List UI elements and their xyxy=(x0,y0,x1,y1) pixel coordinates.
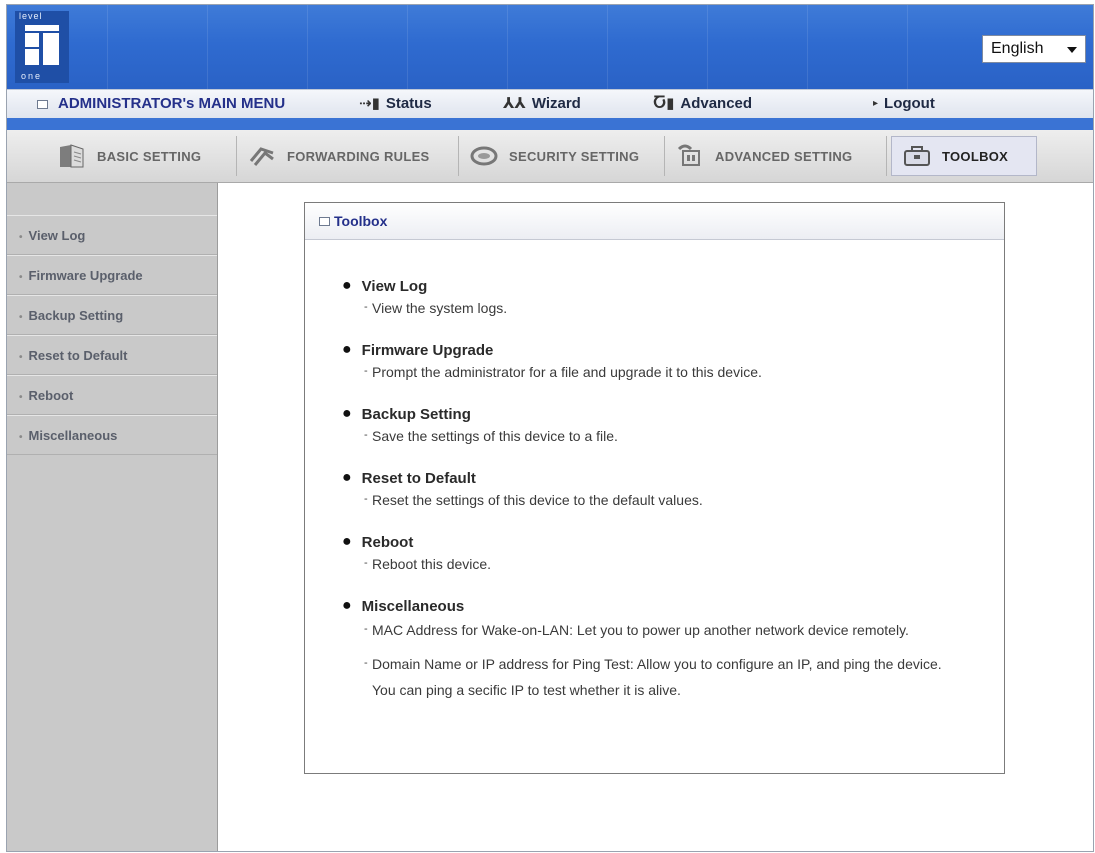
sidebar-item-firmware-upgrade[interactable]: • Firmware Upgrade xyxy=(7,255,217,295)
bullet-icon: ● xyxy=(342,405,352,422)
tab-basic-setting[interactable]: BASIC SETTING xyxy=(47,136,237,176)
chevron-down-icon xyxy=(1067,47,1077,53)
person-status-icon: ⇢▮ xyxy=(359,95,380,112)
sidebar-item-label: Reset to Default xyxy=(28,348,128,363)
main-menu-bar: ADMINISTRATOR's MAIN MENU ⇢▮ Status ⅄⅄ W… xyxy=(7,89,1093,119)
entry-description: Domain Name or IP address for Ping Test:… xyxy=(372,656,942,698)
entry-title: Reset to Default xyxy=(361,469,476,487)
entry-reset-to-default: ● Reset to Default - Reset the settings of… xyxy=(342,469,982,513)
language-value: English xyxy=(991,40,1044,57)
advanced-link[interactable]: Ⴀ▮ Advanced xyxy=(653,90,752,118)
tab-advanced-setting[interactable]: ADVANCED SETTING xyxy=(665,136,887,176)
entry-title: Firmware Upgrade xyxy=(361,341,494,359)
sidebar-item-label: View Log xyxy=(28,228,86,243)
advanced-icon: Ⴀ▮ xyxy=(653,95,675,112)
admin-menu-label: ADMINISTRATOR's MAIN MENU xyxy=(58,95,286,112)
entry-description: Prompt the administrator for a file and … xyxy=(372,364,762,380)
entry-description: Save the settings of this device to a fi… xyxy=(372,428,618,444)
banner-tile xyxy=(207,5,308,89)
entry-title: Miscellaneous xyxy=(361,597,465,615)
entry-view-log: ● View Log - View the system logs. xyxy=(342,277,982,321)
logout-label: Logout xyxy=(884,95,935,112)
bullet-icon: ● xyxy=(342,533,352,550)
logout-link[interactable]: ▸ Logout xyxy=(873,90,935,118)
panel-header: Toolbox xyxy=(305,203,1004,240)
sidebar-item-miscellaneous[interactable]: • Miscellaneous xyxy=(7,415,217,455)
banner-tile xyxy=(807,5,908,89)
entry-description: Reboot this device. xyxy=(372,556,492,572)
entry-description: View the system logs. xyxy=(372,300,508,316)
bullet-icon: • xyxy=(19,312,23,323)
sidebar-item-reboot[interactable]: • Reboot xyxy=(7,375,217,415)
bullet-icon: • xyxy=(19,352,23,363)
sidebar-item-reset-to-default[interactable]: • Reset to Default xyxy=(7,335,217,375)
router-admin-window: level one English ADMINISTRATOR's MAIN M… xyxy=(6,4,1094,852)
sidebar-item-label: Reboot xyxy=(28,388,74,403)
tab-label: SECURITY SETTING xyxy=(509,148,640,164)
status-link[interactable]: ⇢▮ Status xyxy=(359,90,432,118)
bullet-icon: • xyxy=(19,232,23,243)
panel-square-icon xyxy=(319,216,330,226)
entry-backup-setting: ● Backup Setting - Save the settings of th… xyxy=(342,405,982,449)
logo-mark-icon xyxy=(25,25,59,65)
entry-title: Backup Setting xyxy=(361,405,471,423)
banner-tile xyxy=(507,5,608,89)
bullet-icon: • xyxy=(19,432,23,443)
language-select[interactable]: English xyxy=(982,35,1086,63)
sidebar-item-backup-setting[interactable]: • Backup Setting xyxy=(7,295,217,335)
banner-tile xyxy=(307,5,408,89)
logo-text-top: level xyxy=(19,11,43,21)
tab-label: TOOLBOX xyxy=(942,148,1009,164)
status-label: Status xyxy=(385,95,432,112)
bullet-icon: ● xyxy=(342,469,352,486)
bullet-icon: • xyxy=(19,392,23,403)
sidebar-item-label: Backup Setting xyxy=(28,308,124,323)
tab-label: FORWARDING RULES xyxy=(287,148,430,164)
wizard-label: Wizard xyxy=(531,95,581,112)
shield-icon xyxy=(470,146,498,166)
forward-arrows-icon xyxy=(249,147,274,166)
entry-firmware-upgrade: ● Firmware Upgrade - Prompt the administra… xyxy=(342,341,982,385)
bullet-icon: ● xyxy=(342,341,352,358)
banner-tile xyxy=(607,5,708,89)
logo-text-bottom: one xyxy=(21,71,43,81)
top-banner: level one English xyxy=(7,5,1093,89)
levelone-logo: level one xyxy=(15,11,69,83)
gear-box-icon xyxy=(677,144,700,166)
sidebar: • View Log • Firmware Upgrade • Backup Sett… xyxy=(7,183,218,851)
arrow-right-icon: ▸ xyxy=(873,98,879,109)
wizard-link[interactable]: ⅄⅄ Wizard xyxy=(503,90,581,118)
advanced-label: Advanced xyxy=(680,95,753,112)
menu-divider-strip xyxy=(7,118,1093,130)
tab-toolbox[interactable]: TOOLBOX xyxy=(891,136,1037,176)
entry-miscellaneous: ● Miscellaneous - MAC Address for Wake-on-… xyxy=(342,597,952,703)
banner-tile xyxy=(707,5,808,89)
bullet-icon: ● xyxy=(342,277,352,294)
entry-title: Reboot xyxy=(361,533,414,551)
banner-tile xyxy=(407,5,508,89)
tab-security-setting[interactable]: SECURITY SETTING xyxy=(459,136,665,176)
panel-title: Toolbox xyxy=(334,213,388,229)
menu-square-icon xyxy=(37,99,48,109)
entry-description: Reset the settings of this device to the… xyxy=(372,492,703,508)
sidebar-item-label: Miscellaneous xyxy=(28,428,118,443)
tab-forwarding-rules[interactable]: FORWARDING RULES xyxy=(237,136,459,176)
bullet-icon: • xyxy=(19,272,23,283)
entry-title: View Log xyxy=(361,277,428,295)
entry-description: MAC Address for Wake-on-LAN: Let you to … xyxy=(372,622,909,638)
sidebar-item-view-log[interactable]: • View Log xyxy=(7,215,217,255)
category-tab-bar: BASIC SETTING FORWARDING RULES SECURITY … xyxy=(7,130,1093,183)
tab-label: BASIC SETTING xyxy=(97,148,202,164)
wizard-icon: ⅄⅄ xyxy=(503,95,526,112)
toolbox-panel: Toolbox ● View Log - View the system logs.… xyxy=(304,202,1005,774)
bullet-icon: ● xyxy=(342,597,352,614)
admin-main-menu-link[interactable]: ADMINISTRATOR's MAIN MENU xyxy=(37,90,285,118)
tab-label: ADVANCED SETTING xyxy=(715,148,853,164)
banner-tile xyxy=(107,5,208,89)
entry-reboot: ● Reboot - Reboot this device. xyxy=(342,533,982,577)
sidebar-item-label: Firmware Upgrade xyxy=(28,268,143,283)
toolbox-icon xyxy=(904,146,930,166)
book-icon xyxy=(60,144,84,168)
